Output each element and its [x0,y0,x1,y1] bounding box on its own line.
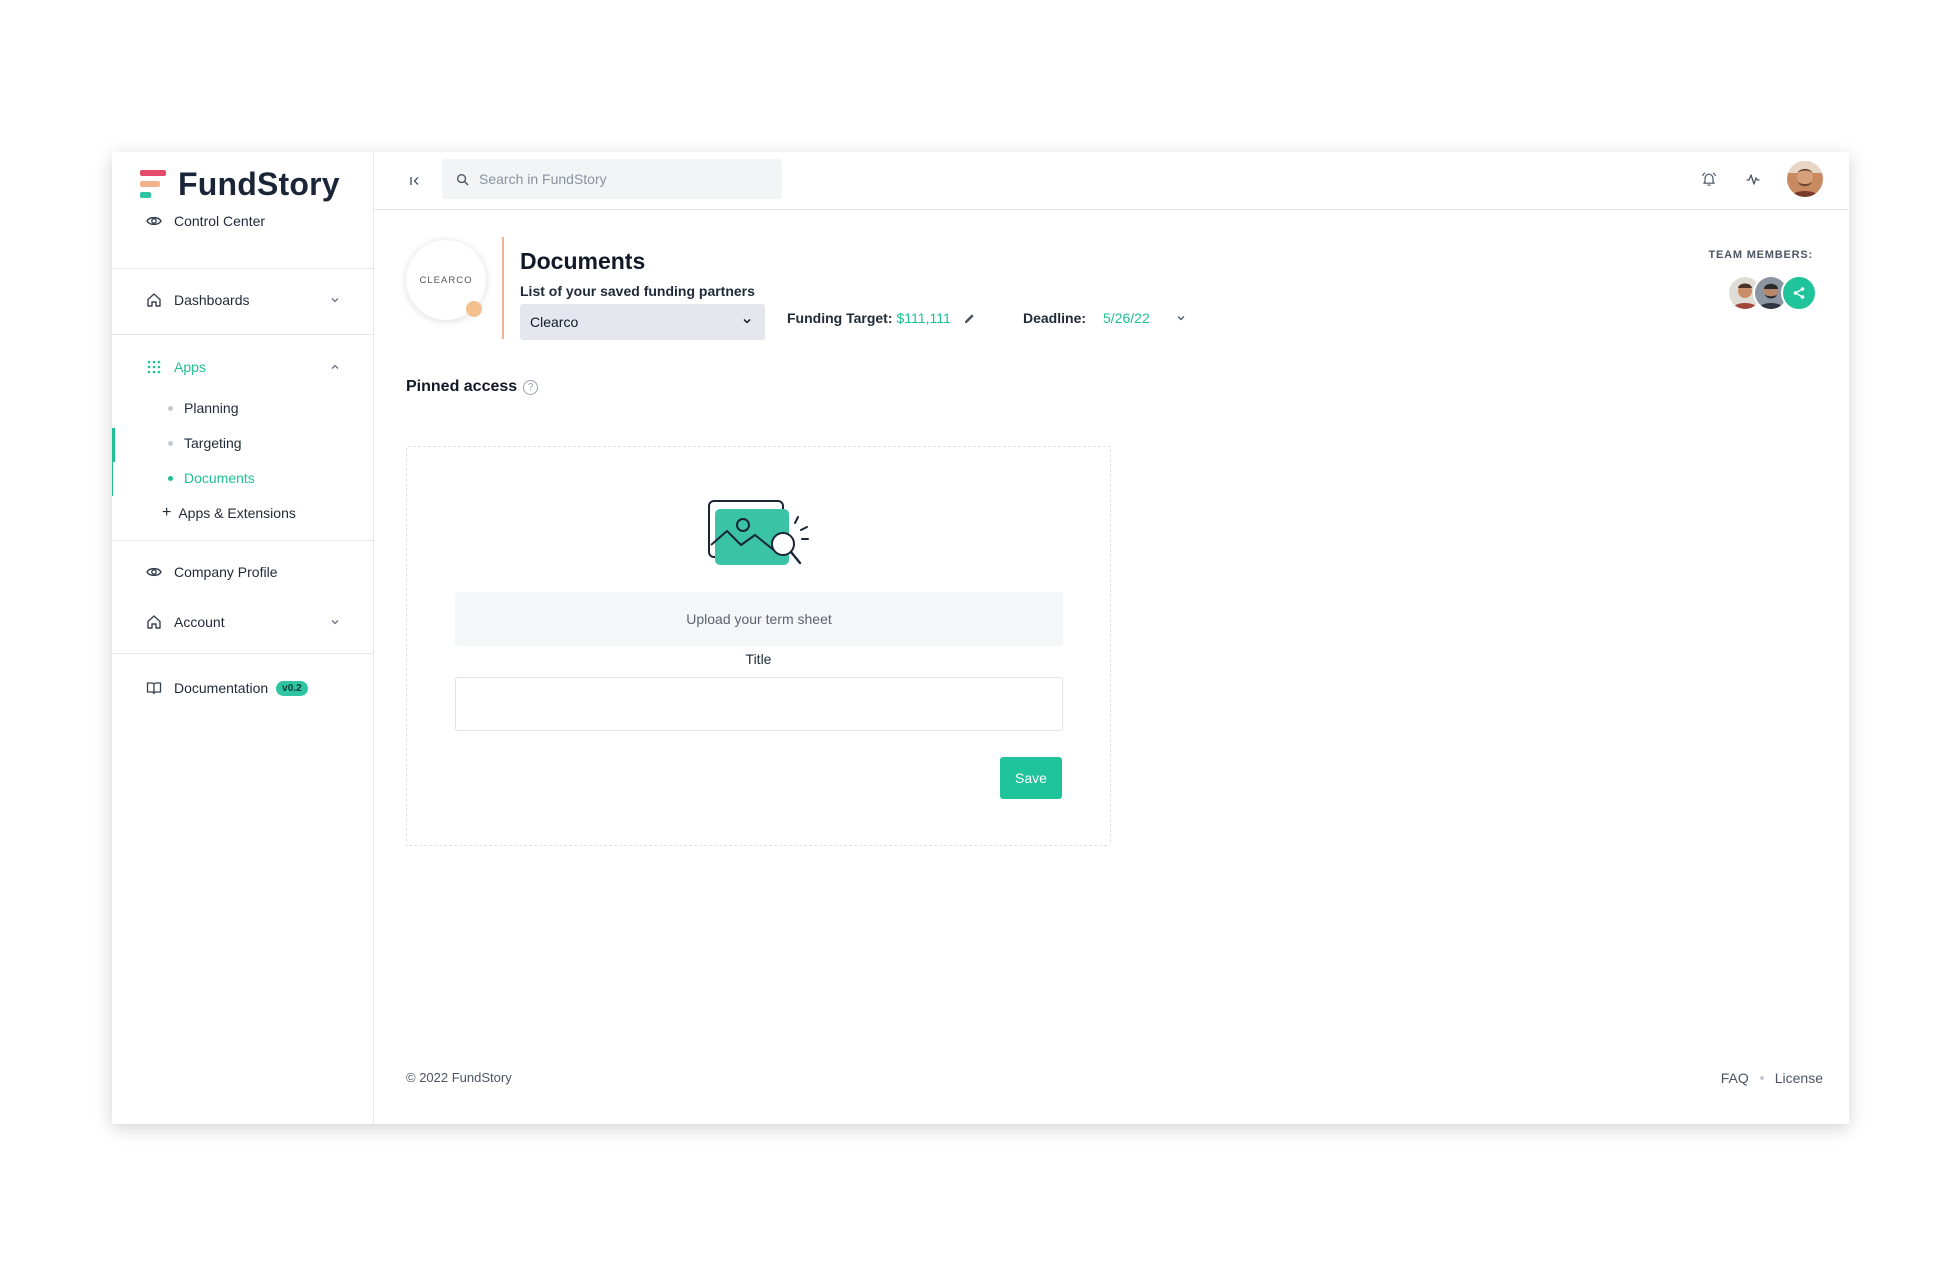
chevron-down-icon [1177,316,1185,321]
version-badge: v0.2 [276,680,308,696]
book-icon [145,679,163,697]
partner-logo: CLEARCO [406,240,486,320]
separator-dot [1759,1076,1764,1080]
collapse-icon [410,177,419,185]
funding-target-label: Funding Target: [787,310,893,326]
brand-mark-icon [140,169,168,199]
sidebar-item-label: Documents [184,470,255,486]
sidebar-divider [112,268,374,269]
home-icon [145,613,163,631]
deadline-dropdown[interactable] [1176,313,1186,323]
chevron-down-icon [326,291,344,309]
share-button[interactable] [1781,275,1817,311]
header-divider [502,237,504,339]
sidebar-item-label: Targeting [184,435,242,451]
chevron-down-icon [326,613,344,631]
grid-icon [145,358,163,376]
copyright: © 2022 FundStory [406,1070,512,1085]
page-subtitle: List of your saved funding partners [520,283,755,299]
bullet-icon [168,475,173,481]
upload-dropzone[interactable]: Upload your term sheet [455,592,1063,646]
sidebar: FundStory Control Center Dashboards Apps [112,152,374,1124]
collapse-sidebar-button[interactable] [406,172,424,190]
main-content: CLEARCO Documents List of your saved fun… [374,152,1849,1124]
brand-name: FundStory [178,165,340,202]
topbar [374,152,1849,210]
eye-icon [145,563,163,581]
chevron-up-icon [326,358,344,376]
eye-icon [145,212,163,230]
footer-links: FAQ License [1721,1070,1823,1086]
sidebar-item-company-profile[interactable]: Company Profile [112,559,374,585]
team-members [1727,275,1817,311]
sidebar-divider [112,334,374,335]
sidebar-item-label: Planning [184,400,239,416]
activity-button[interactable] [1743,169,1763,189]
page-title: Documents [520,248,646,274]
sidebar-item-dashboards[interactable]: Dashboards [112,287,374,313]
search-icon [456,173,469,185]
sidebar-item-apps-extensions[interactable]: + Apps & Extensions [112,501,374,525]
deadline: Deadline: 5/26/22 [1023,310,1186,326]
chevron-down-icon [741,314,753,330]
image-search-icon [703,497,813,573]
team-members-label: TEAM MEMBERS: [1708,249,1813,261]
bullet-icon [168,440,173,446]
sidebar-divider [112,540,374,541]
sidebar-item-label: Apps & Extensions [178,505,296,521]
search-input[interactable] [479,171,759,187]
deadline-label: Deadline: [1023,310,1087,326]
faq-link[interactable]: FAQ [1721,1070,1749,1086]
app-window: FundStory Control Center Dashboards Apps [112,152,1849,1124]
funding-target: Funding Target: $111,111 [787,310,977,326]
sidebar-item-label: Documentation [174,680,269,696]
partner-select-value: Clearco [530,314,579,330]
sidebar-item-apps[interactable]: Apps [112,354,374,380]
sidebar-item-targeting[interactable]: Targeting [112,431,374,455]
sidebar-divider [112,653,374,654]
notifications-button[interactable] [1699,169,1719,189]
pinned-access-label: Pinned access [406,378,518,395]
search-bar[interactable] [442,159,782,199]
pencil-icon [964,313,974,323]
sidebar-item-control-center[interactable]: Control Center [112,208,374,234]
title-input[interactable] [455,677,1063,731]
funding-target-value: $111,111 [896,310,951,326]
upload-card: Upload your term sheet Title Save [406,446,1111,846]
title-label: Title [745,651,772,667]
sidebar-item-label: Company Profile [174,564,278,580]
sidebar-item-label: Control Center [174,213,266,229]
share-icon [1793,287,1805,299]
edit-funding-button[interactable] [963,311,977,325]
sidebar-item-label: Apps [174,359,206,375]
plus-icon: + [162,504,172,521]
user-avatar[interactable] [1787,161,1823,197]
home-icon [145,291,163,309]
bell-icon [1701,172,1717,186]
status-indicator [466,301,482,317]
partner-select[interactable]: Clearco [520,304,765,340]
sidebar-item-planning[interactable]: Planning [112,396,374,420]
sidebar-item-documents[interactable]: Documents [112,466,374,490]
sidebar-item-label: Dashboards [174,292,250,308]
brand-logo[interactable]: FundStory [140,164,340,204]
bullet-icon [168,405,173,411]
save-button[interactable]: Save [1000,757,1062,799]
deadline-value: 5/26/22 [1103,310,1150,326]
activity-icon [1746,174,1760,185]
sidebar-item-account[interactable]: Account [112,609,374,635]
help-icon[interactable]: ? [523,379,539,395]
license-link[interactable]: License [1775,1070,1823,1086]
sidebar-item-label: Account [174,614,225,630]
topbar-actions [1699,161,1823,197]
sidebar-item-documentation[interactable]: Documentation v0.2 [112,675,374,701]
partner-logo-text: CLEARCO [419,274,473,286]
pinned-access-heading: Pinned access ? [406,378,539,396]
